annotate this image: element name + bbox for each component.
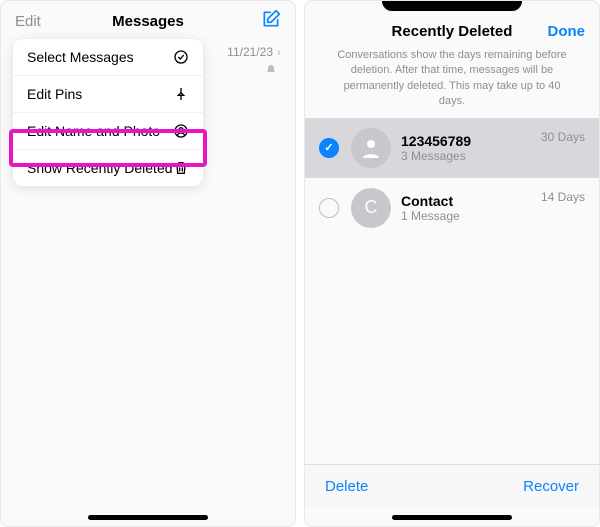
menu-select-messages[interactable]: Select Messages bbox=[13, 39, 203, 76]
header-description: Conversations show the days remaining be… bbox=[305, 48, 599, 118]
person-circle-icon bbox=[173, 123, 189, 139]
list-item[interactable]: C Contact 1 Message 14 Days bbox=[305, 178, 599, 238]
conversation-sub: 3 Messages bbox=[401, 149, 541, 163]
page-title: Messages bbox=[112, 13, 184, 30]
page-title: Recently Deleted bbox=[392, 23, 513, 40]
home-indicator bbox=[392, 515, 512, 520]
days-remaining: 30 Days bbox=[541, 130, 585, 144]
messages-header: Edit Messages bbox=[1, 1, 295, 41]
chevron-right-icon: › bbox=[277, 45, 281, 59]
avatar bbox=[351, 128, 391, 168]
menu-show-recently-deleted[interactable]: Show Recently Deleted bbox=[13, 150, 203, 186]
edit-button[interactable]: Edit bbox=[15, 13, 75, 30]
menu-item-label: Show Recently Deleted bbox=[27, 160, 173, 176]
person-icon bbox=[359, 136, 383, 160]
conversation-date: 11/21/23 › bbox=[227, 45, 281, 59]
menu-edit-name-photo[interactable]: Edit Name and Photo bbox=[13, 113, 203, 150]
conversation-sub: 1 Message bbox=[401, 209, 541, 223]
bottom-toolbar: Delete Recover bbox=[305, 464, 599, 508]
messages-screen: Edit Messages 11/21/23 › Select Messages… bbox=[0, 0, 296, 527]
delete-button[interactable]: Delete bbox=[325, 478, 368, 495]
pin-icon bbox=[173, 86, 189, 102]
checkmark-circle-icon bbox=[173, 49, 189, 65]
menu-edit-pins[interactable]: Edit Pins bbox=[13, 76, 203, 113]
recover-button[interactable]: Recover bbox=[523, 478, 579, 495]
trash-icon bbox=[173, 160, 189, 176]
recently-deleted-screen: Recently Deleted Done Conversations show… bbox=[304, 0, 600, 527]
notch bbox=[382, 1, 522, 11]
compose-button[interactable] bbox=[221, 9, 281, 34]
selection-checkbox[interactable] bbox=[319, 198, 339, 218]
menu-item-label: Edit Pins bbox=[27, 86, 82, 102]
conversation-title: 123456789 bbox=[401, 133, 541, 149]
selection-checkbox[interactable] bbox=[319, 138, 339, 158]
days-remaining: 14 Days bbox=[541, 190, 585, 204]
menu-item-label: Edit Name and Photo bbox=[27, 123, 160, 139]
list-item[interactable]: 123456789 3 Messages 30 Days bbox=[305, 118, 599, 178]
conversation-title: Contact bbox=[401, 193, 541, 209]
compose-icon bbox=[261, 9, 281, 29]
avatar: C bbox=[351, 188, 391, 228]
mute-icon bbox=[265, 63, 277, 81]
menu-item-label: Select Messages bbox=[27, 49, 134, 65]
edit-menu: Select Messages Edit Pins Edit Name and … bbox=[13, 39, 203, 186]
done-button[interactable]: Done bbox=[525, 23, 585, 40]
home-indicator bbox=[88, 515, 208, 520]
